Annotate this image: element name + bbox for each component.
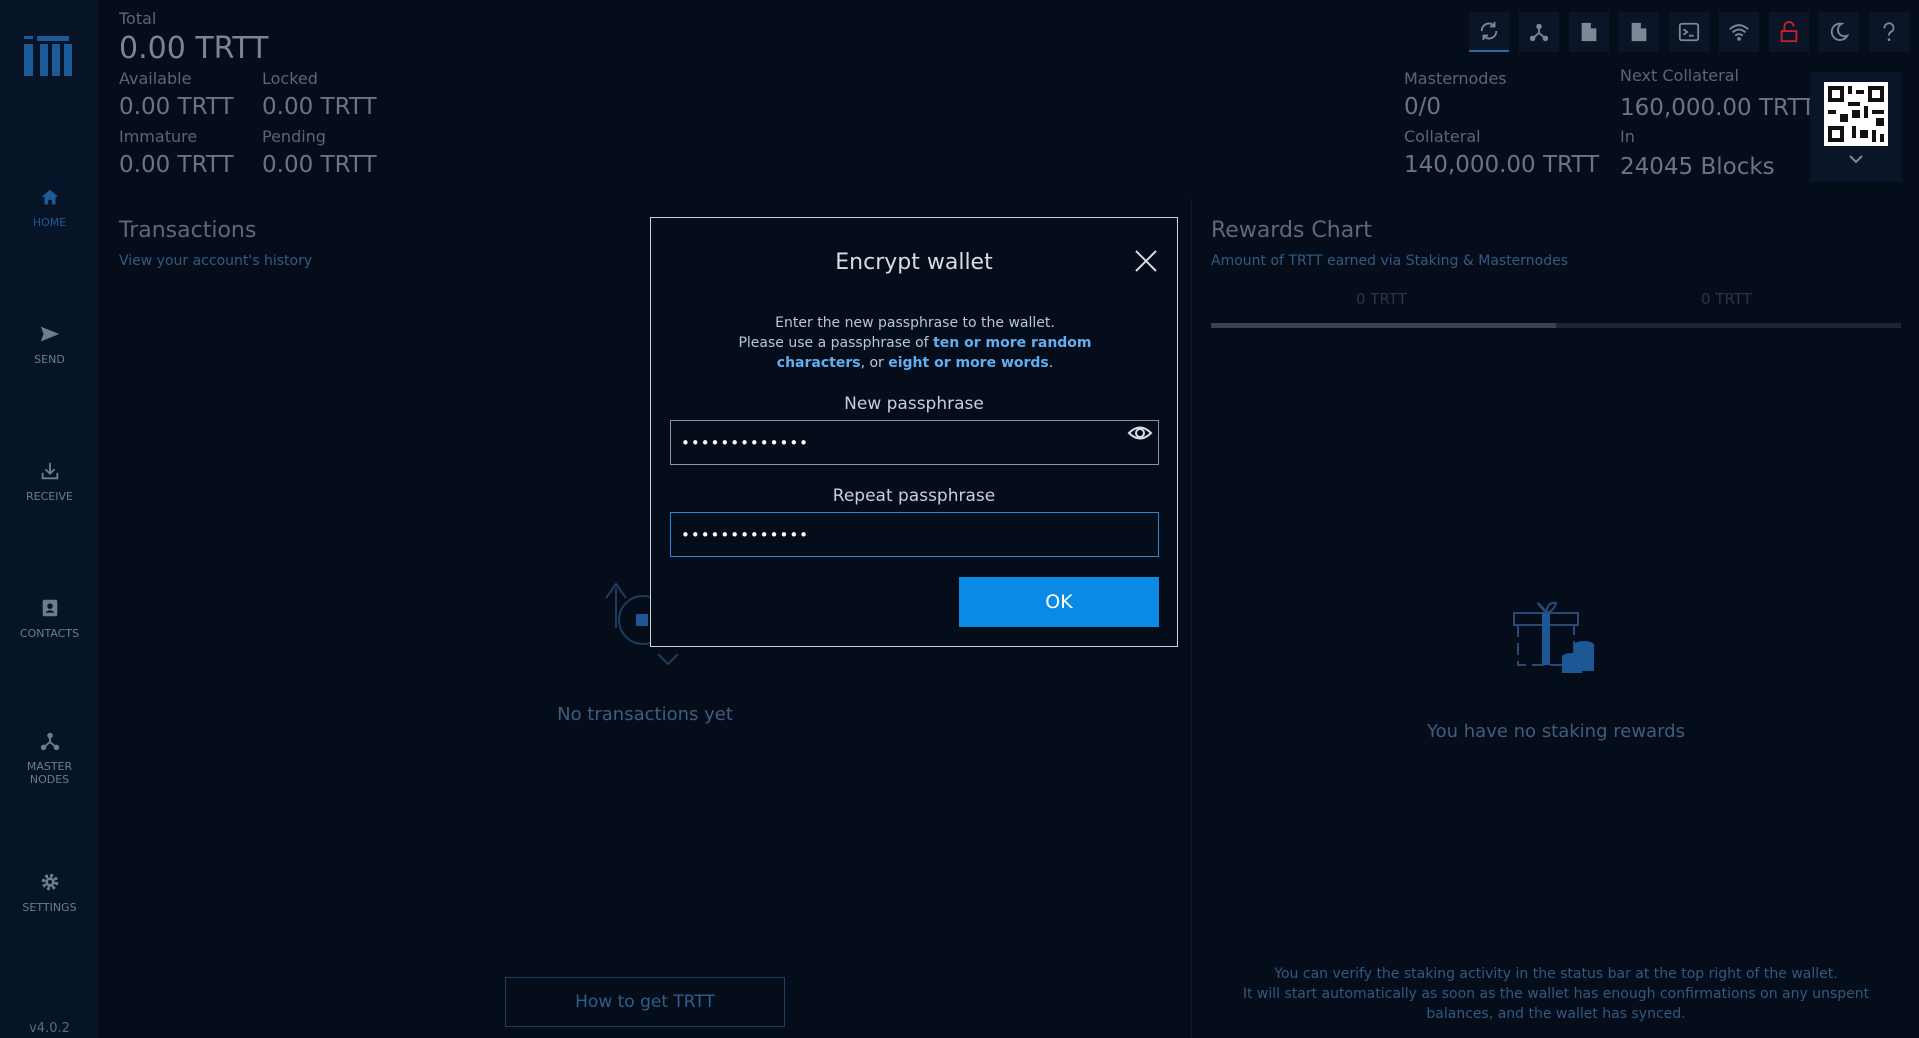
- staking-note-line2: It will start automatically as soon as t…: [1242, 986, 1870, 1002]
- ok-button[interactable]: OK: [959, 577, 1159, 627]
- next-collateral-value: 160,000.00 TRTT: [1620, 95, 1816, 121]
- new-passphrase-input[interactable]: [670, 420, 1159, 465]
- network-icon: [1529, 23, 1549, 42]
- qr-code-icon: [1824, 82, 1888, 146]
- repeat-passphrase-label: Repeat passphrase: [832, 486, 996, 506]
- sidebar-item-label: SEND: [34, 353, 65, 366]
- rewards-empty-icon: [1513, 601, 1594, 673]
- version-label: v4.0.2: [29, 1021, 70, 1036]
- sidebar-item-label-line2: NODES: [29, 773, 70, 786]
- tab-staking[interactable]: 0 TRTT: [1356, 290, 1407, 308]
- sidebar-item-contacts[interactable]: CONTACTS: [0, 597, 99, 640]
- rewards-title: Rewards Chart: [1211, 218, 1372, 243]
- sidebar-item-label: CONTACTS: [19, 627, 80, 640]
- contacts-icon: [42, 599, 57, 617]
- dialog-desc-line1: Enter the new passphrase to the wallet.: [775, 315, 1055, 331]
- total-label: Total: [119, 9, 157, 28]
- staking-note-line3: balances, and the wallet has synced.: [1426, 1006, 1686, 1022]
- masternodes-value: 0/0: [1404, 94, 1442, 120]
- wifi-button[interactable]: [1719, 12, 1759, 52]
- staking-note-line1: You can verify the staking activity in t…: [1274, 966, 1838, 982]
- sync-icon: [1480, 21, 1498, 41]
- immature-value: 0.00 TRTT: [119, 152, 234, 178]
- document-button[interactable]: [1569, 12, 1609, 52]
- transactions-subtitle: View your account's history: [119, 253, 313, 269]
- logo-icon: [24, 36, 72, 76]
- masternodes-icon: [40, 732, 59, 751]
- lock-status-button[interactable]: [1769, 12, 1809, 52]
- console-button[interactable]: [1669, 12, 1709, 52]
- collateral-value: 140,000.00 TRTT: [1404, 152, 1600, 178]
- pending-label: Pending: [262, 127, 326, 146]
- help-button[interactable]: [1869, 12, 1909, 52]
- eye-icon[interactable]: [1127, 420, 1153, 446]
- document-icon: [1581, 22, 1597, 42]
- theme-button[interactable]: [1819, 12, 1859, 52]
- collateral-label: Collateral: [1404, 127, 1481, 146]
- document-button-2[interactable]: [1619, 12, 1659, 52]
- send-icon: [40, 326, 59, 342]
- sidebar-item-settings[interactable]: SETTINGS: [0, 871, 99, 914]
- no-transactions-text: No transactions yet: [557, 704, 733, 725]
- qr-code-button[interactable]: [1810, 72, 1902, 182]
- encrypt-wallet-dialog: Encrypt wallet Enter the new passphrase …: [650, 217, 1178, 647]
- gear-icon: [41, 873, 58, 891]
- repeat-passphrase-input[interactable]: [670, 512, 1159, 557]
- top-toolbar: [1469, 12, 1909, 52]
- how-to-get-button[interactable]: How to get TRTT: [505, 977, 785, 1027]
- close-icon[interactable]: [1133, 248, 1159, 274]
- dialog-title: Encrypt wallet: [835, 250, 993, 275]
- tab-masternodes[interactable]: 0 TRTT: [1701, 290, 1752, 308]
- rewards-chart-tabs: 0 TRTT 0 TRTT: [1211, 290, 1901, 330]
- sidebar-item-label: HOME: [32, 216, 67, 229]
- sidebar-item-label-line1: MASTER: [26, 760, 73, 773]
- receive-icon: [41, 462, 58, 480]
- document-icon: [1631, 22, 1647, 42]
- dialog-description: Enter the new passphrase to the wallet. …: [721, 313, 1109, 373]
- transactions-title: Transactions: [119, 218, 257, 243]
- sidebar-item-receive[interactable]: RECEIVE: [0, 460, 99, 503]
- new-passphrase-label: New passphrase: [844, 394, 984, 414]
- desc-highlight-words: eight or more words: [888, 355, 1049, 371]
- masternodes-label: Masternodes: [1404, 69, 1507, 88]
- help-icon: [1883, 22, 1895, 42]
- rewards-subtitle: Amount of TRTT earned via Staking & Mast…: [1211, 253, 1569, 269]
- sidebar-item-masternodes[interactable]: MASTER NODES: [0, 730, 99, 786]
- available-label: Available: [119, 69, 192, 88]
- sidebar-item-send[interactable]: SEND: [0, 323, 99, 366]
- total-value: 0.00 TRTT: [119, 31, 269, 66]
- moon-icon: [1830, 22, 1850, 41]
- home-icon: [41, 189, 58, 205]
- unlocked-icon: [1780, 21, 1798, 43]
- chevron-down-icon: [1849, 155, 1863, 164]
- sidebar-item-home[interactable]: HOME: [0, 186, 99, 229]
- panel-divider: [1191, 198, 1192, 1038]
- sync-button[interactable]: [1469, 12, 1509, 52]
- immature-label: Immature: [119, 127, 198, 146]
- desc-text: , or: [860, 355, 889, 371]
- network-button[interactable]: [1519, 12, 1559, 52]
- pending-value: 0.00 TRTT: [262, 152, 377, 178]
- locked-label: Locked: [262, 69, 318, 88]
- tab-active-indicator: [1211, 323, 1556, 328]
- locked-value: 0.00 TRTT: [262, 94, 377, 120]
- dialog-desc-line2: Please use a passphrase of ten or more r…: [721, 333, 1109, 373]
- desc-text: Please use a passphrase of: [738, 335, 934, 351]
- in-blocks-value: 24045 Blocks: [1620, 154, 1775, 180]
- available-value: 0.00 TRTT: [119, 94, 234, 120]
- staking-note: You can verify the staking activity in t…: [1211, 964, 1901, 1024]
- wifi-icon: [1729, 24, 1749, 41]
- in-label: In: [1620, 127, 1635, 146]
- sidebar: HOME SEND RECEIVE CONTACTS MASTER NODES: [0, 0, 99, 1038]
- no-rewards-text: You have no staking rewards: [1427, 721, 1685, 742]
- sidebar-item-label: RECEIVE: [26, 490, 73, 503]
- next-collateral-label: Next Collateral: [1620, 66, 1739, 85]
- console-icon: [1678, 22, 1700, 42]
- desc-text: .: [1048, 355, 1054, 371]
- sidebar-item-label: SETTINGS: [22, 901, 77, 914]
